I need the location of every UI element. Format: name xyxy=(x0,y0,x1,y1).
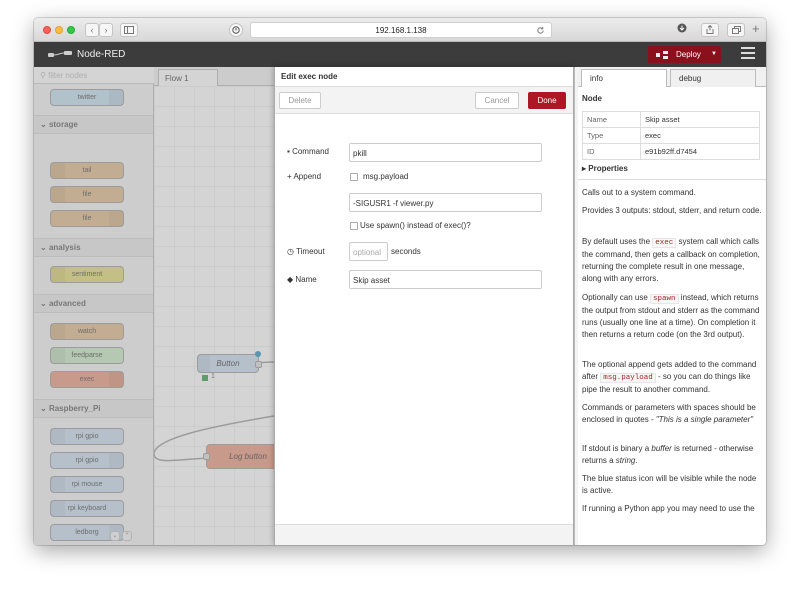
zoom-window-button[interactable] xyxy=(67,26,75,34)
use-spawn-checkbox[interactable] xyxy=(350,222,358,230)
tabs-overview-button[interactable] xyxy=(727,23,745,37)
chevron-right-icon: › xyxy=(104,25,108,35)
help-paragraph: Provides 3 outputs: stdout, stderr, and … xyxy=(582,206,762,215)
command-label: Command xyxy=(292,147,329,156)
main-menu-button[interactable] xyxy=(741,47,755,61)
help-text: . xyxy=(635,456,638,465)
table-key: Name xyxy=(582,111,641,128)
help-paragraph: If stdout is binary a buffer is returned… xyxy=(582,443,762,467)
table-value: exec xyxy=(640,127,760,144)
modal-overlay xyxy=(34,67,274,545)
name-label-row: ◆ Name xyxy=(287,275,317,284)
delete-button[interactable]: Delete xyxy=(279,92,321,109)
table-row: ID e91b92ff.d7454 xyxy=(582,143,760,160)
tray-footer xyxy=(275,524,573,545)
help-text: By default uses the xyxy=(582,237,653,246)
help-emphasis: "This is a single parameter" xyxy=(655,415,754,424)
menu-icon-bar xyxy=(741,57,755,59)
timeout-input[interactable]: optional xyxy=(349,242,388,261)
table-key: Type xyxy=(582,127,641,144)
info-divider xyxy=(578,179,766,180)
table-value: e91b92ff.d7454 xyxy=(640,143,760,160)
append-payload-checkbox[interactable] xyxy=(350,173,358,181)
forward-button[interactable]: › xyxy=(99,23,113,37)
sidebar-icon xyxy=(124,26,134,34)
info-panel: Node Name Skip asset Type exec ID e91b92ff.… xyxy=(578,87,766,545)
node-info-table: Name Skip asset Type exec ID e91b92ff.d7454 xyxy=(582,111,760,160)
edit-node-tray: Edit exec node Delete Cancel Done ▪ Comm… xyxy=(274,67,574,545)
append-label: Append xyxy=(293,172,322,181)
properties-toggle[interactable]: ▸ Properties xyxy=(582,164,628,173)
help-code: msg.payload xyxy=(600,373,656,383)
downloads-button[interactable] xyxy=(674,23,690,37)
new-tab-button[interactable]: + xyxy=(752,21,760,36)
reload-icon[interactable] xyxy=(536,26,545,35)
use-spawn-label: Use spawn() instead of exec()? xyxy=(360,221,471,230)
help-code: spawn xyxy=(650,294,679,304)
url-text: 192.168.1.138 xyxy=(375,26,427,35)
tab-info[interactable]: info xyxy=(581,69,667,87)
timeout-unit: seconds xyxy=(391,247,421,256)
back-button[interactable]: ‹ xyxy=(85,23,99,37)
help-text: If stdout is binary a xyxy=(582,444,652,453)
append-payload-label: msg.payload xyxy=(363,172,409,181)
table-key: ID xyxy=(582,143,641,160)
menu-icon-bar xyxy=(741,52,755,54)
minimize-window-button[interactable] xyxy=(55,26,63,34)
node-heading: Node xyxy=(582,94,602,103)
chevron-left-icon: ‹ xyxy=(90,25,94,35)
help-paragraph: If running a Python app you may need to … xyxy=(582,504,755,513)
sidebar-tabs: info debug xyxy=(578,67,766,87)
close-window-button[interactable] xyxy=(43,26,51,34)
tabs-icon xyxy=(731,26,741,34)
help-code: exec xyxy=(652,238,677,248)
name-label: Name xyxy=(295,275,317,284)
share-icon xyxy=(706,24,714,34)
done-button[interactable]: Done xyxy=(528,92,566,109)
cancel-button[interactable]: Cancel xyxy=(475,92,519,109)
deploy-label: Deploy xyxy=(676,50,701,59)
menu-icon xyxy=(741,47,755,49)
append-extra-input[interactable]: -SIGUSR1 -f viewer.py xyxy=(349,193,542,212)
shield-icon xyxy=(232,26,240,34)
sidebar-toggle-button[interactable] xyxy=(120,23,138,37)
privacy-report-button[interactable] xyxy=(229,23,243,37)
name-input[interactable]: Skip asset xyxy=(349,270,542,289)
browser-toolbar: ‹ › 192.168.1.138 + xyxy=(34,18,766,42)
properties-label: Properties xyxy=(588,164,628,173)
help-paragraph: Calls out to a system command. xyxy=(582,188,696,197)
table-row: Name Skip asset xyxy=(582,111,760,128)
timeout-label: Timeout xyxy=(296,247,325,256)
tab-debug[interactable]: debug xyxy=(670,69,756,87)
timeout-label-row: ◷ Timeout xyxy=(287,247,325,256)
help-emphasis: buffer xyxy=(651,444,672,453)
app-header: Node-RED Deploy ▼ xyxy=(34,42,766,67)
table-value: Skip asset xyxy=(640,111,760,128)
share-button[interactable] xyxy=(701,23,719,37)
command-label-row: ▪ Command xyxy=(287,147,329,156)
table-row: Type exec xyxy=(582,127,760,144)
deploy-icon xyxy=(656,51,668,59)
help-paragraph: The blue status icon will be visible whi… xyxy=(582,474,757,495)
help-paragraph: By default uses the exec system call whi… xyxy=(582,236,762,285)
help-paragraph: The optional append gets added to the co… xyxy=(582,359,762,396)
address-bar[interactable]: 192.168.1.138 xyxy=(250,22,552,38)
caret-down-icon[interactable]: ▼ xyxy=(711,46,717,63)
clock-icon: ◷ xyxy=(287,247,297,256)
node-red-logo-icon xyxy=(48,51,72,57)
sidebar: info debug Node Name Skip asset Type exec … xyxy=(578,67,766,545)
help-paragraph: Commands or parameters with spaces shoul… xyxy=(582,402,762,426)
command-input[interactable]: pkill xyxy=(349,143,542,162)
download-icon xyxy=(677,23,687,33)
help-paragraph: Optionally can use spawn instead, which … xyxy=(582,292,762,341)
tray-toolbar: Delete Cancel Done xyxy=(275,86,573,114)
append-label-row: + Append xyxy=(287,172,321,181)
app-title: Node-RED xyxy=(77,49,126,60)
browser-window: ‹ › 192.168.1.138 + Node-RED Deploy ▼ ⚲ … xyxy=(34,18,766,545)
tray-title: Edit exec node xyxy=(281,72,338,81)
deploy-button[interactable]: Deploy ▼ xyxy=(648,46,721,63)
help-emphasis: string xyxy=(615,456,636,465)
help-text: Optionally can use xyxy=(582,293,651,302)
